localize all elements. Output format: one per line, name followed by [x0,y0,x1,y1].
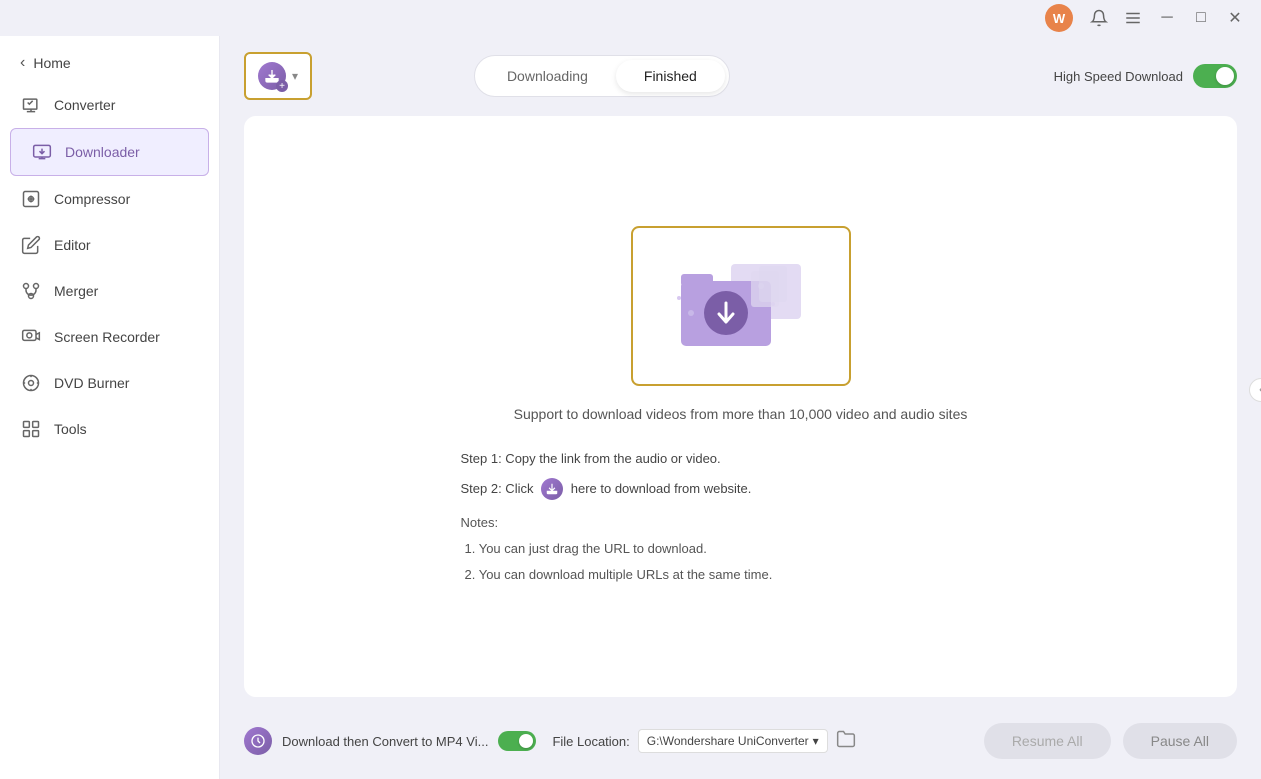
sidebar-back-button[interactable]: ‹ Home [0,44,219,82]
pause-all-button[interactable]: Pause All [1123,723,1237,759]
add-chevron-icon: ▾ [292,69,298,83]
clock-icon [244,727,272,755]
dvd-burner-icon [20,372,42,394]
screen-recorder-label: Screen Recorder [54,329,160,345]
converter-label: Converter [54,97,115,113]
download-convert-group: Download then Convert to MP4 Vi... [244,727,536,755]
back-label: Home [33,55,70,71]
downloader-label: Downloader [65,144,140,160]
tab-downloading[interactable]: Downloading [479,60,616,92]
file-path-text: G:\Wondershare UniConverter [647,734,809,748]
add-icon [258,62,286,90]
downloader-icon [31,141,53,163]
convert-toggle-switch[interactable] [498,731,536,751]
step2-suffix: here to download from website. [571,481,752,496]
tools-icon [20,418,42,440]
file-location-label: File Location: [552,734,629,749]
notes: Notes: 1. You can just drag the URL to d… [461,510,1021,588]
file-location-group: File Location: G:\Wondershare UniConvert… [552,729,855,754]
user-avatar[interactable]: W [1045,4,1073,32]
editor-icon [20,234,42,256]
notification-icon[interactable] [1085,4,1113,32]
speed-label: High Speed Download [1054,69,1183,84]
step1: Step 1: Copy the link from the audio or … [461,446,1021,472]
tools-label: Tools [54,421,87,437]
step1-text: Step 1: Copy the link from the audio or … [461,451,721,466]
compressor-label: Compressor [54,191,130,207]
sidebar-item-editor[interactable]: Editor [0,222,219,268]
add-download-button[interactable]: ▾ [244,52,312,100]
folder-svg [661,246,821,366]
step2-icon [541,478,563,500]
back-arrow-icon: ‹ [20,54,25,72]
converter-icon [20,94,42,116]
path-chevron-icon: ▾ [813,734,819,748]
sidebar-item-compressor[interactable]: Compressor [0,176,219,222]
editor-label: Editor [54,237,91,253]
merger-icon [20,280,42,302]
sidebar-item-dvd-burner[interactable]: DVD Burner [0,360,219,406]
sidebar-item-converter[interactable]: Converter [0,82,219,128]
step2-prefix: Step 2: Click [461,481,534,496]
bottom-actions: Resume All Pause All [984,723,1237,759]
app-body: ‹ Home Converter Dow [0,36,1261,779]
download-area: Support to download videos from more tha… [244,116,1237,697]
main-content: ▾ Downloading Finished High Speed Downlo… [220,36,1261,779]
note1: 1. You can just drag the URL to download… [461,536,1021,562]
tab-group: Downloading Finished [474,55,730,97]
dvd-burner-label: DVD Burner [54,375,129,391]
screen-recorder-icon [20,326,42,348]
tab-finished[interactable]: Finished [616,60,725,92]
notes-header: Notes: [461,510,1021,536]
folder-illustration [631,226,851,386]
speed-toggle-group: High Speed Download [1054,64,1237,88]
close-button[interactable]: ✕ [1221,4,1249,32]
titlebar-controls: W ─ □ ✕ [1045,4,1249,32]
convert-label: Download then Convert to MP4 Vi... [282,734,488,749]
note2: 2. You can download multiple URLs at the… [461,562,1021,588]
toolbar: ▾ Downloading Finished High Speed Downlo… [244,52,1237,100]
compressor-icon [20,188,42,210]
menu-icon[interactable] [1119,4,1147,32]
sidebar-item-merger[interactable]: Merger [0,268,219,314]
merger-label: Merger [54,283,98,299]
maximize-button[interactable]: □ [1187,4,1215,32]
bottom-bar: Download then Convert to MP4 Vi... File … [244,713,1237,763]
speed-toggle-switch[interactable] [1193,64,1237,88]
sidebar: ‹ Home Converter Dow [0,36,220,779]
folder-open-icon[interactable] [836,729,856,754]
instructions: Step 1: Copy the link from the audio or … [461,446,1021,588]
sidebar-item-screen-recorder[interactable]: Screen Recorder [0,314,219,360]
resume-all-button[interactable]: Resume All [984,723,1111,759]
minimize-button[interactable]: ─ [1153,4,1181,32]
sidebar-item-downloader[interactable]: Downloader [10,128,209,176]
support-text: Support to download videos from more tha… [514,406,968,422]
step2: Step 2: Click here to download from webs… [461,476,1021,502]
file-path-select[interactable]: G:\Wondershare UniConverter ▾ [638,729,828,753]
sidebar-item-tools[interactable]: Tools [0,406,219,452]
titlebar: W ─ □ ✕ [0,0,1261,36]
